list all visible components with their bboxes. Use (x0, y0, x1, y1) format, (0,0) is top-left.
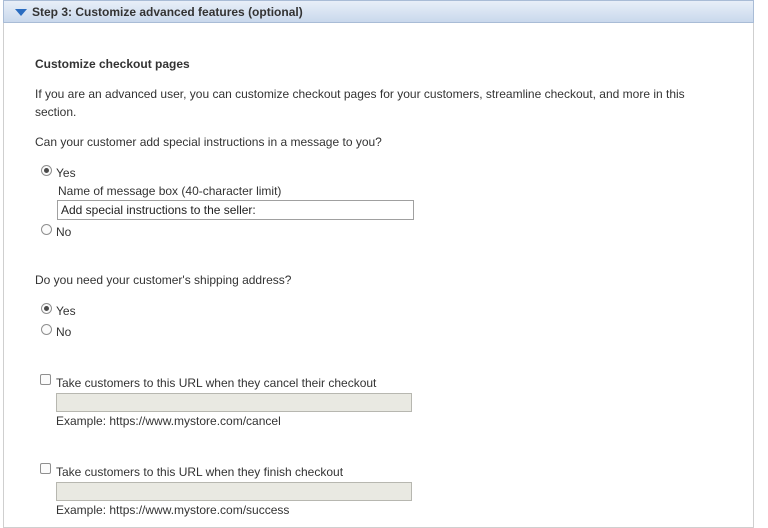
cancel-url-example: Example: https://www.mystore.com/cancel (56, 414, 281, 428)
success-url-checkbox[interactable] (40, 463, 51, 474)
success-url-input[interactable] (56, 482, 412, 501)
message-box-name-label: Name of message box (40-character limit) (58, 184, 282, 198)
special-instructions-yes-label[interactable]: Yes (56, 166, 76, 180)
success-url-label[interactable]: Take customers to this URL when they fin… (56, 465, 343, 479)
special-instructions-question: Can your customer add special instructio… (35, 135, 382, 149)
step3-title: Step 3: Customize advanced features (opt… (32, 5, 303, 19)
shipping-question: Do you need your customer's shipping add… (35, 273, 292, 287)
cancel-url-checkbox[interactable] (40, 374, 51, 385)
cancel-url-input[interactable] (56, 393, 412, 412)
special-instructions-yes-radio[interactable] (41, 165, 52, 176)
shipping-no-label[interactable]: No (56, 325, 71, 339)
intro-text-line1: If you are an advanced user, you can cus… (35, 87, 685, 101)
special-instructions-no-radio[interactable] (41, 224, 52, 235)
message-box-name-input[interactable] (57, 200, 414, 220)
shipping-no-radio[interactable] (41, 324, 52, 335)
step3-header[interactable]: Step 3: Customize advanced features (opt… (3, 0, 754, 23)
section-heading: Customize checkout pages (35, 57, 190, 71)
special-instructions-no-label[interactable]: No (56, 225, 71, 239)
success-url-example: Example: https://www.mystore.com/success (56, 503, 290, 517)
triangle-down-icon[interactable] (15, 9, 27, 16)
shipping-yes-label[interactable]: Yes (56, 304, 76, 318)
step3-panel (3, 0, 754, 528)
cancel-url-label[interactable]: Take customers to this URL when they can… (56, 376, 376, 390)
shipping-yes-radio[interactable] (41, 303, 52, 314)
intro-text-line2: section. (35, 105, 77, 119)
